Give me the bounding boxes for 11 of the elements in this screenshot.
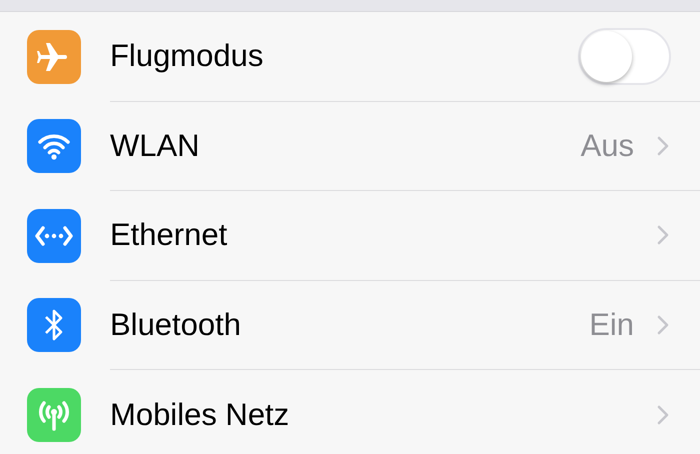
setting-label[interactable]: Ethernet bbox=[110, 212, 656, 258]
setting-label[interactable]: WLAN bbox=[110, 122, 581, 169]
setting-label[interactable]: Mobiles Netz bbox=[110, 392, 656, 438]
setting-value: Aus bbox=[580, 126, 634, 164]
chevron-icon bbox=[656, 224, 670, 246]
chevron-icon bbox=[656, 134, 670, 157]
chevron-icon bbox=[656, 314, 670, 336]
setting-value: Ein bbox=[589, 306, 634, 344]
chevron-icon bbox=[656, 404, 670, 426]
setting-label[interactable]: Bluetooth bbox=[110, 302, 590, 348]
setting-label[interactable]: Flugmodus bbox=[110, 33, 578, 80]
